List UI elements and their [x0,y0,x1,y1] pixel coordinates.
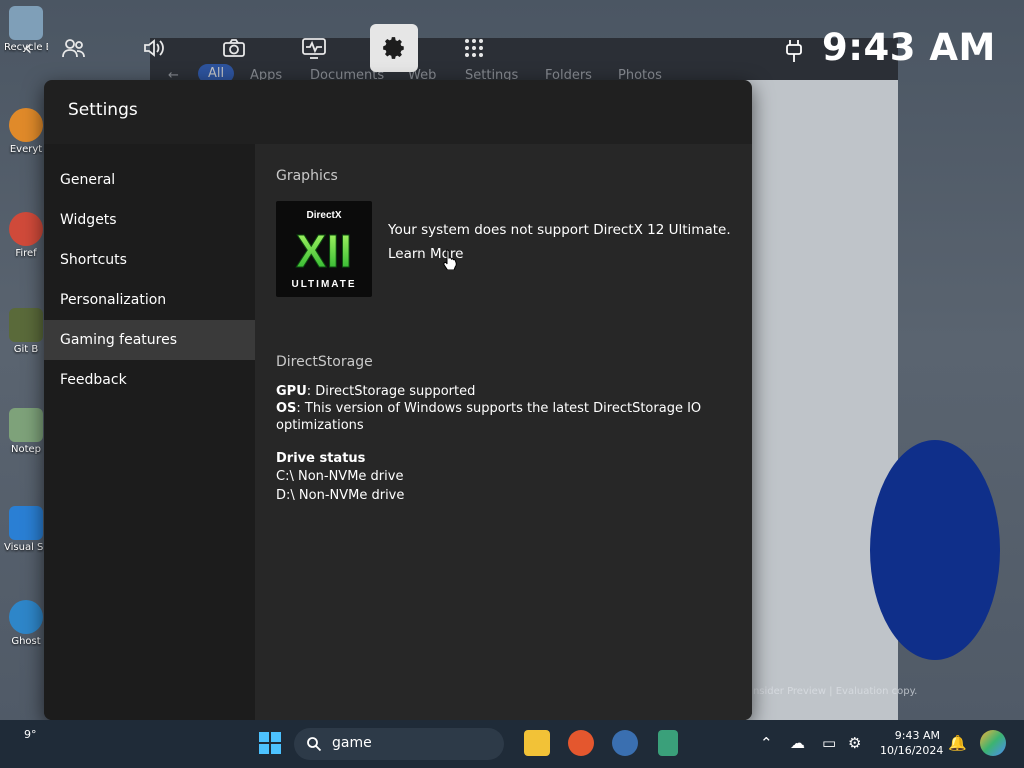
ghost-icon [9,600,43,634]
app-taskbar-icon[interactable] [612,730,638,756]
status-icon[interactable]: ⚙ [848,734,861,752]
notepad-icon [9,408,43,442]
chevron-up-icon[interactable]: ⌃ [760,734,773,752]
copilot-icon[interactable] [980,730,1006,756]
party-icon[interactable] [50,24,98,72]
logo-top-text: DirectX [306,210,341,221]
windows-start-icon[interactable] [257,730,283,756]
os-value: : This version of Windows supports the l… [276,401,702,433]
nav-item-general[interactable]: General [44,160,255,200]
weather-temp: 9° [24,728,37,741]
nav-item-feedback[interactable]: Feedback [44,360,255,400]
evaluation-watermark: Insider Preview | Evaluation copy. [750,686,918,697]
gpu-key: GPU [276,384,307,399]
capture-icon[interactable] [210,24,258,72]
hand-cursor-icon [443,249,457,270]
notepad-taskbar-icon[interactable] [658,730,678,756]
directx-12-ultimate-logo: DirectX XII ULTIMATE [276,201,372,297]
network-icon[interactable]: ☁ [790,734,805,752]
desktop-icon-notepad[interactable]: Notep [4,408,48,455]
settings-panel: Settings General Widgets Shortcuts Perso… [44,80,752,720]
magnifier-icon [9,108,43,142]
search-icon [307,737,322,752]
widget-menu-icon[interactable] [450,24,498,72]
taskbar: 9° game ⌃ ☁ ▭ ⚙ 9:43 AM 10/16/2024 🔔 [0,720,1024,768]
desktop-icon-ghost[interactable]: Ghost [4,600,48,647]
taskbar-search-box[interactable]: game [294,728,504,760]
directstorage-section-label: DirectStorage [276,354,373,370]
gamebar-clock: 9:43 AM [822,26,996,69]
drive-c-status: C:\ Non-NVMe drive [276,469,404,484]
power-plug-icon [786,40,802,62]
directx-support-message: Your system does not support DirectX 12 … [388,222,731,238]
os-key: OS [276,401,297,416]
drive-d-status: D:\ Non-NVMe drive [276,488,405,503]
taskbar-clock[interactable]: 9:43 AM 10/16/2024 [880,728,944,758]
back-icon[interactable]: ‹ [6,24,50,72]
taskbar-time: 9:43 AM [894,729,940,742]
gpu-status: GPU: DirectStorage supported [276,383,706,400]
settings-icon[interactable] [370,24,418,72]
taskbar-search-input[interactable]: game [332,735,372,751]
settings-title: Settings [68,100,138,120]
firefox-icon [9,212,43,246]
nav-item-shortcuts[interactable]: Shortcuts [44,240,255,280]
settings-content: Graphics DirectX XII ULTIMATE Your syste… [255,144,752,720]
os-status: OS: This version of Windows supports the… [276,400,706,434]
desktop-icon-vscode[interactable]: Visual S Cod [4,506,48,553]
desktop-icon-everything[interactable]: Everyt [4,108,48,155]
settings-sidebar: General Widgets Shortcuts Personalizatio… [44,144,255,720]
display-icon[interactable]: ▭ [822,734,836,752]
weather-widget[interactable]: 9° [24,728,37,741]
firefox-taskbar-icon[interactable] [568,730,594,756]
desktop-icon-git-bash[interactable]: Git B [4,308,48,355]
git-bash-icon [9,308,43,342]
nav-item-personalization[interactable]: Personalization [44,280,255,320]
audio-icon[interactable] [130,24,178,72]
nav-item-widgets[interactable]: Widgets [44,200,255,240]
drive-status-label: Drive status [276,451,366,466]
taskbar-date: 10/16/2024 [880,744,944,757]
wallpaper-shape [870,440,1000,660]
vscode-icon [9,506,43,540]
gpu-value: : DirectStorage supported [306,384,476,399]
file-explorer-icon[interactable] [524,730,550,756]
desktop-icon-firefox[interactable]: Firef [4,212,48,259]
performance-icon[interactable] [290,24,338,72]
logo-mid-text: XII [296,225,352,277]
notification-bell-icon[interactable]: 🔔 [948,734,967,752]
nav-item-gaming-features[interactable]: Gaming features [44,320,255,360]
graphics-section-label: Graphics [276,168,338,184]
logo-bottom-text: ULTIMATE [291,279,356,290]
